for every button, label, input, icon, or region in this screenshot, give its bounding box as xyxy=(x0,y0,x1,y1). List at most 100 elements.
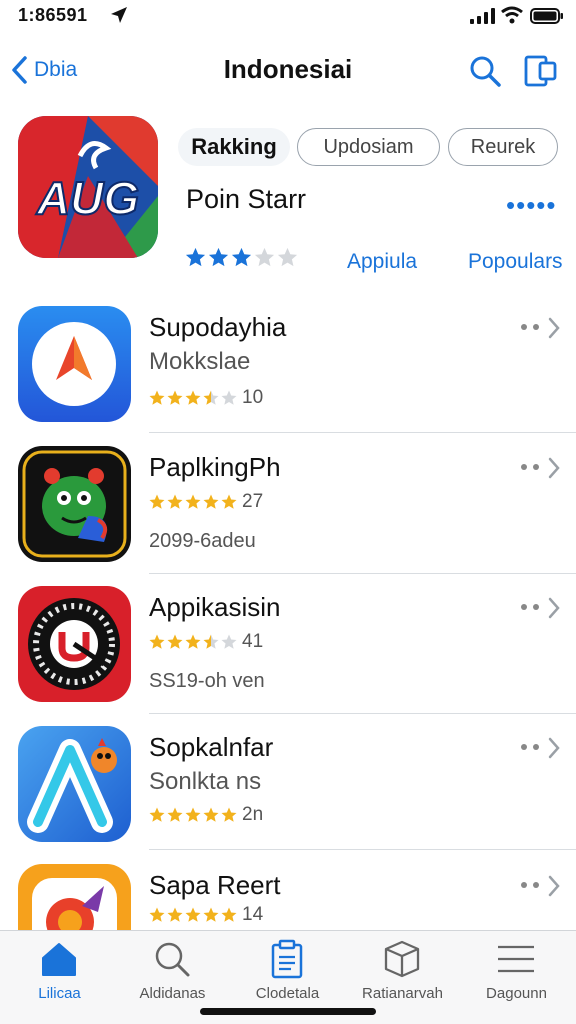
location-arrow-icon xyxy=(111,7,127,23)
tab-menu[interactable]: Dagounn xyxy=(459,931,574,1007)
star-filled-icon xyxy=(221,494,237,509)
rating-count: 41 xyxy=(242,631,264,652)
list-item[interactable]: PaplkingPh 27 2099-6adeu xyxy=(0,434,576,574)
list-item[interactable]: Sapa Reert 14 xyxy=(0,852,576,930)
app-rating: 27 xyxy=(148,491,263,513)
app-icon-appikasisin xyxy=(18,586,131,702)
app-name: Supodayhia xyxy=(149,312,287,342)
star-empty-icon xyxy=(254,247,275,267)
more-dots-icon[interactable] xyxy=(519,880,541,890)
home-icon xyxy=(42,943,76,976)
star-filled-icon xyxy=(221,907,237,922)
rating-count: 10 xyxy=(242,387,264,408)
home-indicator[interactable] xyxy=(200,1008,376,1015)
app-icon-supodayhia xyxy=(18,306,131,422)
rating-count: 14 xyxy=(242,904,264,925)
back-button[interactable]: Dbia xyxy=(10,52,77,88)
app-name: Sopkalnfar xyxy=(149,732,274,762)
back-label: Dbia xyxy=(34,58,78,81)
star-filled-icon xyxy=(149,634,165,649)
signal-icon xyxy=(470,8,495,24)
featured-app-name: Poin Starr xyxy=(186,184,307,214)
ranking-chip[interactable]: Rakking xyxy=(178,128,290,166)
app-icon-paplkingph xyxy=(18,446,131,562)
wifi-icon xyxy=(501,6,523,24)
rating-count: 2n xyxy=(242,804,264,825)
chevron-right-icon xyxy=(548,875,560,897)
star-filled-icon xyxy=(221,807,237,822)
app-subtitle: Mokkslae xyxy=(149,348,251,375)
star-filled-icon xyxy=(185,494,201,509)
more-dots-icon[interactable] xyxy=(519,462,541,472)
star-filled-icon xyxy=(167,807,183,822)
filter-chip-reurek[interactable]: Reurek xyxy=(448,128,558,166)
star-filled-icon xyxy=(203,907,219,922)
star-filled-icon xyxy=(208,247,229,267)
filter-chip-updosiam[interactable]: Updosiam xyxy=(297,128,440,166)
search-icon xyxy=(155,942,190,977)
star-filled-icon xyxy=(203,807,219,822)
category-link-popoulars[interactable]: Popoulars xyxy=(468,250,563,274)
more-dots-icon[interactable] xyxy=(519,742,541,752)
tab-search[interactable]: Aldidanas xyxy=(115,931,230,1007)
featured-app-icon[interactable]: AUG xyxy=(18,116,158,258)
rating-count: 27 xyxy=(242,491,264,512)
star-filled-icon xyxy=(185,390,201,405)
app-detail: SS19-oh ven xyxy=(149,670,265,692)
app-name: Appikasisin xyxy=(149,592,281,622)
star-filled-icon xyxy=(167,494,183,509)
star-filled-icon xyxy=(149,907,165,922)
share-icon[interactable] xyxy=(521,52,559,90)
more-options-button[interactable]: ••••• xyxy=(506,190,557,221)
star-empty-icon xyxy=(277,247,298,267)
app-subtitle: Sonlkta ns xyxy=(149,768,262,795)
app-rating: 2n xyxy=(148,804,263,826)
star-half-icon xyxy=(203,390,219,405)
tab-home[interactable]: Lilicaa xyxy=(2,931,117,1007)
featured-icon-text: AUG xyxy=(36,172,139,224)
app-name: PaplkingPh xyxy=(149,452,281,482)
nav-bar: Dbia Indonesiai xyxy=(0,40,576,100)
tab-box[interactable]: Ratianarvah xyxy=(345,931,460,1007)
menu-icon xyxy=(498,945,534,973)
list-item[interactable]: Supodayhia Mokkslae 10 xyxy=(0,294,576,434)
star-filled-icon xyxy=(149,494,165,509)
star-filled-icon xyxy=(185,247,206,267)
app-list: Supodayhia Mokkslae 10 PaplkingPh 27 209… xyxy=(0,294,576,930)
tab-label: Clodetala xyxy=(255,985,320,1002)
tab-label: Lilicaa xyxy=(38,985,81,1002)
search-icon[interactable] xyxy=(467,53,503,89)
battery-icon xyxy=(530,8,563,24)
more-dots-icon[interactable] xyxy=(519,322,541,332)
list-item[interactable]: Appikasisin 41 SS19-oh ven xyxy=(0,574,576,714)
app-rating: 14 xyxy=(148,904,263,926)
category-link-appiula[interactable]: Appiula xyxy=(347,250,417,274)
app-rating: 41 xyxy=(148,631,263,653)
tab-label: Ratianarvah xyxy=(362,985,443,1002)
chevron-right-icon xyxy=(548,317,560,339)
tab-label: Dagounn xyxy=(486,985,547,1002)
app-icon-sopkalnfar xyxy=(18,726,131,842)
tab-clipboard[interactable]: Clodetala xyxy=(230,931,345,1007)
status-time: 1:86591 xyxy=(18,5,88,25)
star-filled-icon xyxy=(149,807,165,822)
divider xyxy=(149,849,576,850)
status-bar: 1:86591 xyxy=(0,0,576,34)
star-filled-icon xyxy=(167,634,183,649)
app-icon-sapa-reert xyxy=(18,864,131,930)
star-filled-icon xyxy=(149,390,165,405)
divider xyxy=(149,432,576,433)
more-dots-icon[interactable] xyxy=(519,602,541,612)
star-filled-icon xyxy=(203,494,219,509)
app-detail: 2099-6adeu xyxy=(149,530,256,552)
featured-rating-stars xyxy=(184,246,299,272)
list-item[interactable]: Sopkalnfar Sonlkta ns 2n xyxy=(0,714,576,854)
chevron-left-icon xyxy=(12,56,27,84)
featured-app: AUG Rakking Updosiam Reurek Poin Starr •… xyxy=(0,112,576,287)
chevron-right-icon xyxy=(548,597,560,619)
star-filled-icon xyxy=(231,247,252,267)
star-filled-icon xyxy=(185,634,201,649)
box-icon xyxy=(384,940,420,978)
star-filled-icon xyxy=(185,907,201,922)
star-empty-icon xyxy=(221,634,237,649)
